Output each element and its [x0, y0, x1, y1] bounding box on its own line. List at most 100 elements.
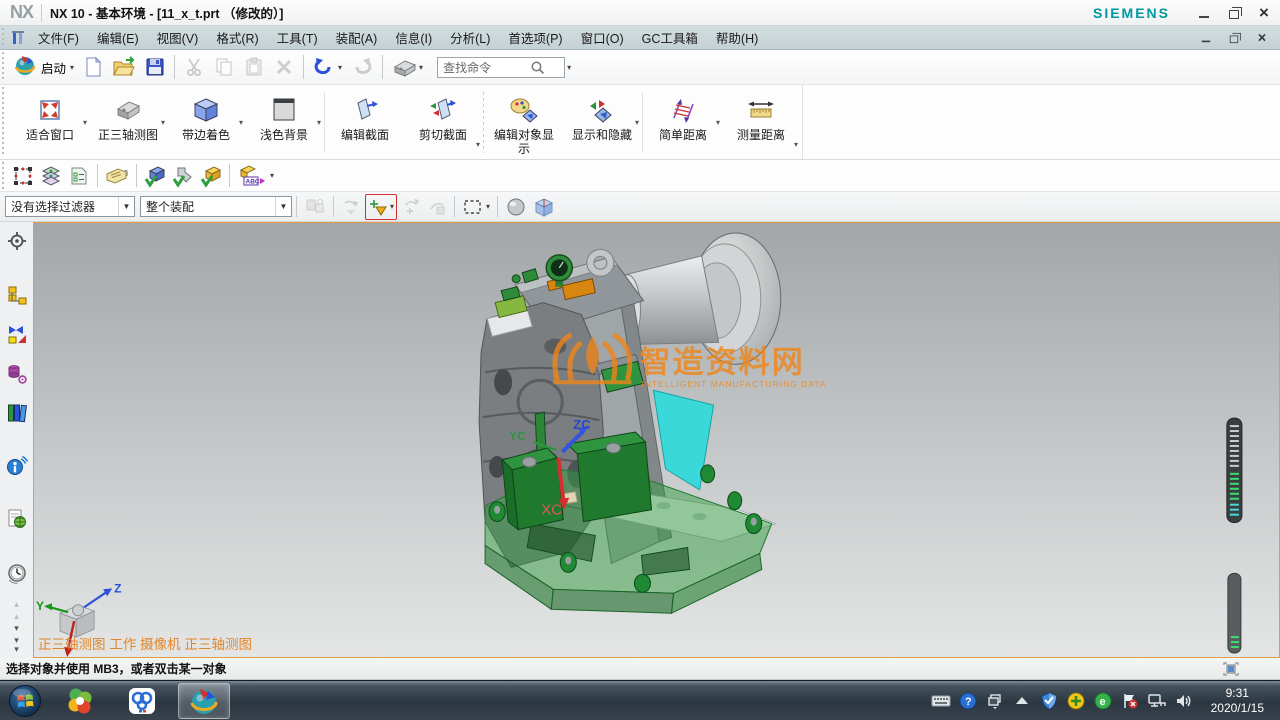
- restore-windows-tray-icon[interactable]: [985, 690, 1005, 712]
- dropdown-caret[interactable]: ▾: [390, 202, 394, 211]
- dropdown-caret[interactable]: ▾: [161, 118, 165, 127]
- section-clip-slider-1[interactable]: [1227, 418, 1242, 523]
- layer-settings-button[interactable]: [65, 162, 93, 190]
- upgrade-plus-icon[interactable]: [1066, 690, 1086, 712]
- roles-button[interactable]: [4, 228, 30, 253]
- trimetric-view-button[interactable]: 正三轴测图 ▾: [89, 88, 167, 157]
- menu-item-view[interactable]: 视图(V): [148, 25, 208, 50]
- dropdown-caret[interactable]: ▼: [275, 197, 291, 216]
- svg-text:e: e: [1099, 696, 1105, 708]
- clip-section-button[interactable]: 剪切截面 ▾: [404, 88, 482, 157]
- dropdown-caret[interactable]: ▾: [794, 140, 798, 149]
- check-block-button[interactable]: [141, 162, 169, 190]
- edit-object-display-button[interactable]: 编辑对象显示: [485, 88, 563, 157]
- toolbar-grip[interactable]: [1, 87, 6, 157]
- taskbar-clock[interactable]: 9:31 2020/1/15: [1201, 686, 1274, 716]
- history-button[interactable]: [4, 561, 30, 586]
- selection-scope-dropdown[interactable]: 整个装配 ▼: [140, 196, 292, 217]
- show-hide-button[interactable]: 显示和隐藏 ▾: [563, 88, 641, 157]
- toolbar-grip[interactable]: [1, 28, 6, 47]
- menu-item-edit[interactable]: 编辑(E): [88, 25, 148, 50]
- help-tray-icon[interactable]: ?: [958, 690, 978, 712]
- dropdown-caret[interactable]: ▾: [716, 118, 720, 127]
- menu-item-gc-toolbox[interactable]: GC工具箱: [633, 25, 707, 50]
- doc-restore-button[interactable]: [1227, 31, 1241, 45]
- menu-item-tools[interactable]: 工具(T): [268, 25, 327, 50]
- dropdown-caret[interactable]: ▾: [317, 118, 321, 127]
- shaded-with-edges-button[interactable]: 带边着色 ▾: [167, 88, 245, 157]
- taskbar-app-nx[interactable]: [178, 683, 230, 719]
- reuse-library-button[interactable]: [4, 400, 30, 425]
- restore-button[interactable]: [1226, 5, 1242, 21]
- undo-button[interactable]: ▾: [308, 53, 346, 81]
- abc-display-button[interactable]: ABC ▾: [234, 162, 276, 190]
- layer-stack-button[interactable]: [37, 162, 65, 190]
- menu-item-analysis[interactable]: 分析(L): [441, 25, 499, 50]
- assembly-navigator-button[interactable]: [4, 283, 30, 308]
- handles-tool-button[interactable]: [9, 162, 37, 190]
- scroll-down-icon[interactable]: ▾: [14, 624, 19, 633]
- taskbar-app-pinwheel[interactable]: [54, 683, 106, 719]
- menu-item-file[interactable]: 文件(F): [29, 25, 88, 50]
- open-button[interactable]: [108, 53, 140, 81]
- close-button[interactable]: ×: [1256, 5, 1272, 21]
- edit-section-button[interactable]: 编辑截面: [326, 88, 404, 157]
- toolbar-grip[interactable]: [1, 162, 6, 189]
- check-tool-button[interactable]: [169, 162, 197, 190]
- dropdown-caret[interactable]: ▾: [476, 140, 480, 149]
- hd3d-tools-button[interactable]: [4, 506, 30, 531]
- snap-point-button[interactable]: ▾: [365, 194, 397, 220]
- search-icon[interactable]: [530, 60, 545, 75]
- security-shield-icon[interactable]: [1039, 690, 1059, 712]
- shaded-sphere-button[interactable]: [503, 194, 529, 220]
- taskbar-app-netdisk[interactable]: [116, 683, 168, 719]
- minimize-button[interactable]: [1196, 5, 1212, 21]
- new-file-button[interactable]: [78, 53, 108, 81]
- save-button[interactable]: [140, 53, 170, 81]
- menu-item-help[interactable]: 帮助(H): [707, 25, 767, 50]
- marquee-select-icon: [462, 197, 484, 217]
- simple-distance-button[interactable]: 简单距离 ▾: [644, 88, 722, 157]
- note-tag-button[interactable]: [102, 162, 132, 190]
- menu-item-preferences[interactable]: 首选项(P): [499, 25, 571, 50]
- cad-model-canvas[interactable]: ZC XC YC 智造资料: [34, 223, 1279, 657]
- doc-close-button[interactable]: ×: [1255, 31, 1269, 45]
- section-clip-slider-2[interactable]: [1228, 573, 1241, 653]
- show-hidden-icons-button[interactable]: [1012, 690, 1032, 712]
- light-background-button[interactable]: 浅色背景 ▾: [245, 88, 323, 157]
- action-center-flag-icon[interactable]: [1120, 690, 1140, 712]
- network-icon[interactable]: [1147, 690, 1167, 712]
- part-navigator-button[interactable]: [4, 361, 30, 386]
- volume-icon[interactable]: [1174, 690, 1194, 712]
- dropdown-caret[interactable]: ▾: [239, 118, 243, 127]
- menu-item-window[interactable]: 窗口(O): [572, 25, 633, 50]
- constraint-navigator-button[interactable]: [4, 322, 30, 347]
- translucent-cube-button[interactable]: [531, 194, 557, 220]
- keyboard-tray-icon[interactable]: [931, 690, 951, 712]
- display-mode-button[interactable]: ▾: [387, 52, 427, 82]
- marquee-select-button[interactable]: ▾: [460, 195, 492, 219]
- start-button[interactable]: 启动▾: [9, 50, 78, 85]
- measure-distance-button[interactable]: 测量距离 ▾: [722, 88, 800, 157]
- search-input[interactable]: [437, 57, 565, 78]
- browser-e-icon[interactable]: e: [1093, 690, 1113, 712]
- selection-filter-dropdown[interactable]: 没有选择过滤器 ▼: [5, 196, 135, 217]
- doc-minimize-button[interactable]: [1199, 31, 1213, 45]
- dropdown-caret[interactable]: ▾: [486, 202, 490, 211]
- viewport-indicator-icon[interactable]: [1222, 661, 1240, 677]
- menu-item-information[interactable]: 信息(I): [386, 25, 441, 50]
- web-browser-button[interactable]: [4, 453, 30, 478]
- search-dropdown-caret[interactable]: ▾: [567, 63, 571, 72]
- dropdown-caret[interactable]: ▾: [83, 118, 87, 127]
- graphics-viewport[interactable]: ZC XC YC 智造资料: [33, 222, 1280, 658]
- menu-item-format[interactable]: 格式(R): [207, 25, 267, 50]
- dropdown-caret[interactable]: ▾: [270, 171, 274, 180]
- dropdown-caret[interactable]: ▼: [118, 197, 134, 216]
- start-button[interactable]: [6, 683, 44, 719]
- check-cube-button[interactable]: [197, 162, 225, 190]
- menu-item-assemblies[interactable]: 装配(A): [327, 25, 387, 50]
- toolbar-grip[interactable]: [1, 52, 6, 82]
- fit-window-button[interactable]: 适合窗口 ▾: [11, 88, 89, 157]
- dropdown-caret[interactable]: ▾: [635, 118, 639, 127]
- expand-icon[interactable]: ▾▾: [14, 636, 19, 654]
